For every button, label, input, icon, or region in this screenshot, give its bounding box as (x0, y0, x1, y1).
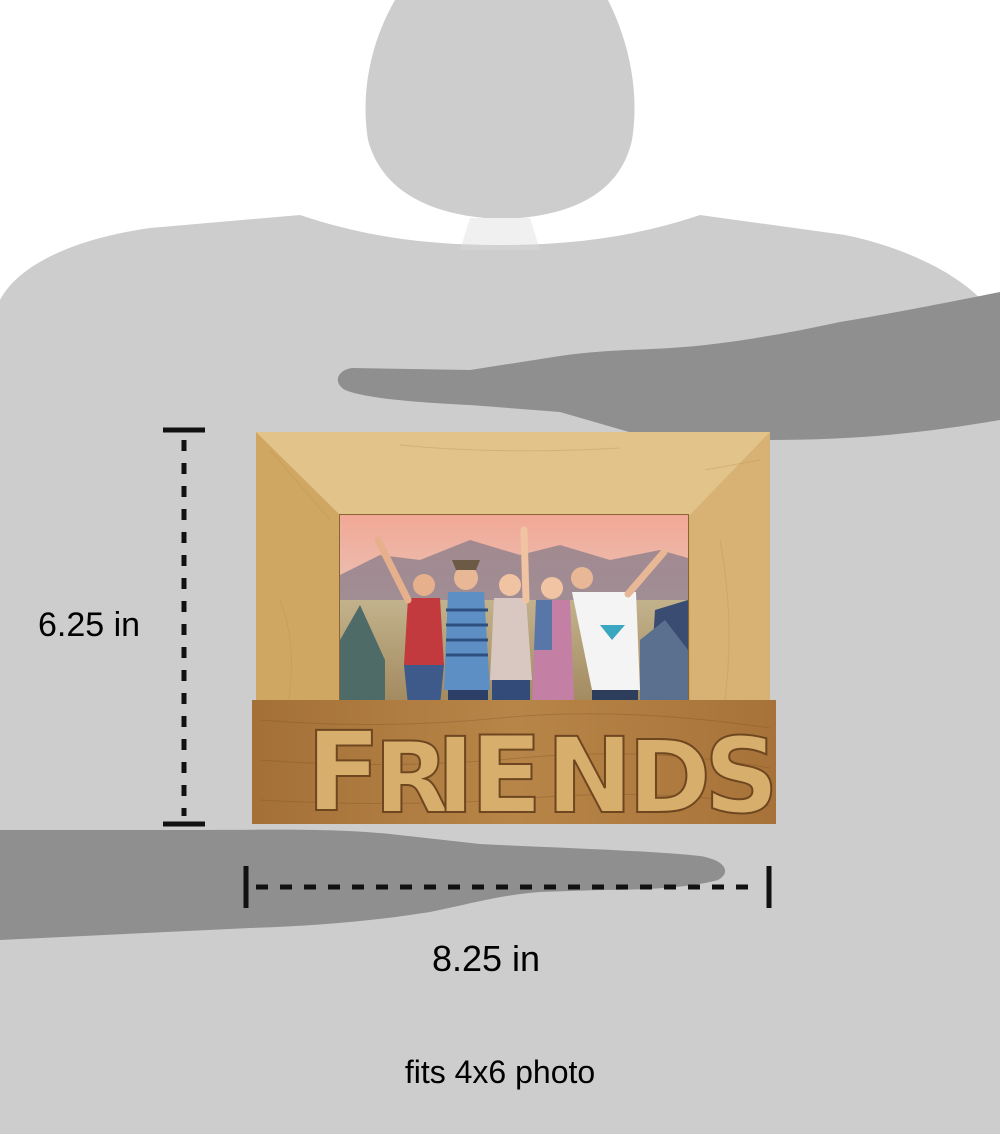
photo-size-caption: fits 4x6 photo (404, 1054, 596, 1090)
frame-letter-n: N (546, 715, 633, 837)
width-label: 8.25 in (431, 938, 541, 979)
frame-letter-s: S (704, 715, 779, 837)
frame-letter-f: F (306, 708, 381, 836)
photo (340, 515, 688, 705)
height-label: 6.25 in (38, 606, 141, 644)
frame-letter-e: E (470, 714, 542, 837)
frame-letter-i: I (436, 715, 475, 837)
photo-frame: F R I E N D S (252, 432, 780, 838)
frame-letter-d: D (628, 719, 711, 836)
